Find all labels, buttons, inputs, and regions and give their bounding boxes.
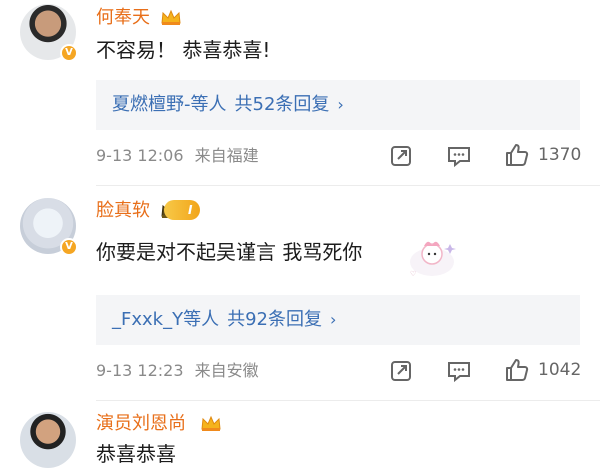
comment-date: 9-13 12:23 — [96, 361, 184, 380]
username[interactable]: 演员刘恩尚 — [96, 412, 186, 436]
comment-source: 来自福建 — [194, 146, 259, 165]
comment-text: 不容易！ 恭喜恭喜! — [96, 38, 271, 62]
verified-badge-icon: V — [60, 238, 78, 256]
replies-summary[interactable]: 夏燃檀野-等人 共52条回复 › — [96, 80, 580, 130]
username[interactable]: 何奉天 — [96, 6, 150, 30]
crown-icon — [200, 414, 222, 432]
chevron-right-icon: › — [329, 310, 337, 329]
comment-icon[interactable] — [446, 143, 472, 169]
username[interactable]: 脸真软 — [96, 199, 150, 223]
chevron-right-icon: › — [337, 95, 344, 114]
avatar[interactable] — [20, 412, 76, 468]
comment-meta: 9-13 12:06 来自福建 — [96, 145, 259, 167]
divider — [96, 185, 600, 186]
thumbs-up-icon[interactable] — [504, 142, 530, 168]
comment-date: 9-13 12:06 — [96, 146, 184, 165]
reply-count[interactable]: 共52条回复 — [235, 94, 330, 115]
crown-icon — [160, 8, 182, 26]
share-icon[interactable] — [388, 143, 414, 169]
like-count: 1042 — [538, 360, 582, 380]
verified-badge-icon: V — [60, 44, 78, 62]
reply-count[interactable]: 共92条回复 — [227, 309, 322, 330]
comment-meta: 9-13 12:23 来自安徽 — [96, 360, 259, 382]
level-badge: I — [164, 200, 201, 220]
sticker-image: ♡ — [402, 236, 466, 280]
like-count: 1370 — [538, 145, 582, 165]
reply-users[interactable]: 夏燃檀野-等人 — [112, 94, 227, 115]
comment-source: 来自安徽 — [194, 361, 259, 380]
thumbs-up-icon[interactable] — [504, 357, 530, 383]
comment-text: 恭喜恭喜 — [96, 442, 176, 466]
reply-users[interactable]: _Fxxk_Y等人 — [112, 309, 219, 330]
share-icon[interactable] — [388, 358, 414, 384]
replies-summary[interactable]: _Fxxk_Y等人 共92条回复 › — [96, 295, 580, 345]
comment-text: 你要是对不起吴谨言 我骂死你 — [96, 240, 363, 264]
comment-icon[interactable] — [446, 358, 472, 384]
svg-text:♡: ♡ — [410, 270, 416, 278]
divider — [96, 400, 600, 401]
